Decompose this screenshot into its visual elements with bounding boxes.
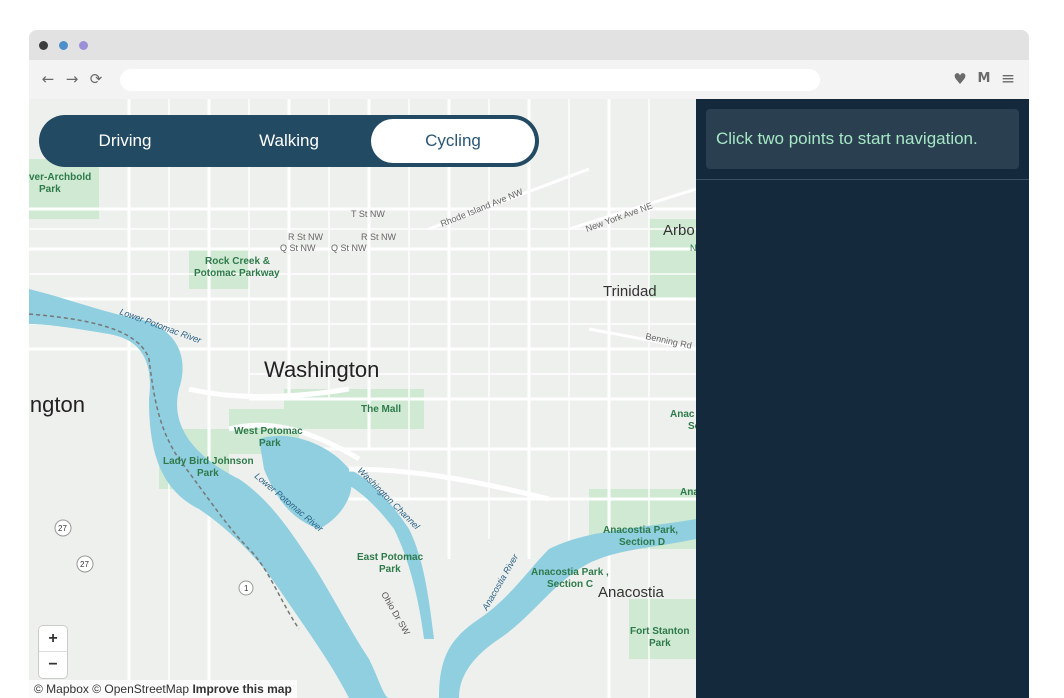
park-label-archbold-line2: Park — [39, 184, 61, 195]
park-label-fort-stanton: Fort Stanton — [630, 626, 689, 637]
close-window-dot[interactable] — [39, 41, 48, 50]
improve-map-link[interactable]: Improve this map — [192, 682, 291, 696]
city-label-arlington: ington — [29, 392, 85, 417]
menu-icon[interactable]: ≡ — [999, 70, 1017, 88]
road-label-r-st-2: R St NW — [361, 232, 397, 242]
park-label-archbold: ver-Archbold — [29, 172, 91, 183]
park-label-anacostia-c: Anacostia Park , — [531, 567, 609, 578]
street-grid — [29, 99, 696, 698]
maximize-window-dot[interactable] — [79, 41, 88, 50]
back-arrow-icon[interactable]: ← — [39, 70, 57, 88]
park-label-anacostia-edge: Anac — [670, 409, 695, 420]
neighborhood-label-arbor: Arbo — [663, 222, 695, 239]
route-shield-label-27a: 27 — [58, 524, 67, 533]
osm-attribution-link[interactable]: © OpenStreetMap — [92, 682, 189, 696]
road-label-r-st-1: R St NW — [288, 232, 324, 242]
park-label-east-potomac-line2: Park — [379, 564, 401, 575]
route-shield-label-1: 1 — [244, 584, 249, 593]
park-label-rock-creek-line2: Potomac Parkway — [194, 268, 280, 279]
park-label-anacostia-c-line2: Section C — [547, 579, 593, 590]
park-label-east-potomac: East Potomac — [357, 552, 424, 563]
park-label-lbj: Lady Bird Johnson — [163, 456, 254, 467]
road-label-t-st: T St NW — [351, 209, 385, 219]
app-content: Washington ington Trinidad Arbo Anacosti… — [29, 99, 1029, 698]
travel-mode-selector: Driving Walking Cycling — [39, 115, 539, 167]
heart-icon[interactable]: ♥ — [951, 70, 969, 88]
mode-cycling-button[interactable]: Cycling — [371, 119, 535, 163]
park-label-anacostia-d: Anacostia Park, — [603, 525, 678, 536]
panel-divider — [696, 179, 1029, 180]
mapbox-attribution-link[interactable]: © Mapbox — [34, 682, 89, 696]
park-label-anacostia-edge-3: Ana — [680, 487, 696, 498]
mode-walking-button[interactable]: Walking — [207, 119, 371, 163]
park-label-the-mall: The Mall — [361, 404, 401, 415]
city-label-washington: Washington — [264, 357, 379, 382]
park-label-rock-creek: Rock Creek & — [205, 256, 270, 267]
park-label-anacostia-edge-2: Se — [688, 421, 696, 432]
park-label-anacostia-d-line2: Section D — [619, 537, 665, 548]
browser-toolbar: ← → ⟳ ♥ M ≡ — [29, 60, 1029, 99]
zoom-control: + − — [39, 626, 67, 678]
forward-arrow-icon[interactable]: → — [63, 70, 81, 88]
park-label-fort-stanton-line2: Park — [649, 638, 671, 649]
map-canvas[interactable]: Washington ington Trinidad Arbo Anacosti… — [29, 99, 696, 698]
park-label-west-potomac-line2: Park — [259, 438, 281, 449]
map-graphics: Washington ington Trinidad Arbo Anacosti… — [29, 99, 696, 698]
directions-panel: Click two points to start navigation. — [696, 99, 1029, 698]
route-shield-label-27b: 27 — [80, 560, 89, 569]
mail-icon[interactable]: M — [975, 70, 993, 88]
park-label-west-potomac: West Potomac — [234, 426, 303, 437]
road-label-q-st-1: Q St NW — [280, 243, 316, 253]
reload-icon[interactable]: ⟳ — [87, 70, 105, 88]
mode-driving-button[interactable]: Driving — [43, 119, 207, 163]
browser-window: ← → ⟳ ♥ M ≡ Washington ington Trinidad A… — [29, 30, 1029, 698]
address-bar[interactable] — [120, 69, 820, 91]
road-label-q-st-2: Q St NW — [331, 243, 367, 253]
road-label-ohio-dr: Ohio Dr SW — [379, 590, 412, 637]
title-bar — [29, 30, 1029, 60]
zoom-in-button[interactable]: + — [39, 626, 67, 652]
zoom-out-button[interactable]: − — [39, 652, 67, 678]
map-attribution: © Mapbox © OpenStreetMap Improve this ma… — [29, 680, 297, 698]
park-label-lbj-line2: Park — [197, 468, 219, 479]
instruction-message: Click two points to start navigation. — [706, 109, 1019, 169]
minimize-window-dot[interactable] — [59, 41, 68, 50]
neighborhood-label-anacostia: Anacostia — [598, 584, 665, 601]
neighborhood-label-trinidad: Trinidad — [603, 283, 657, 300]
